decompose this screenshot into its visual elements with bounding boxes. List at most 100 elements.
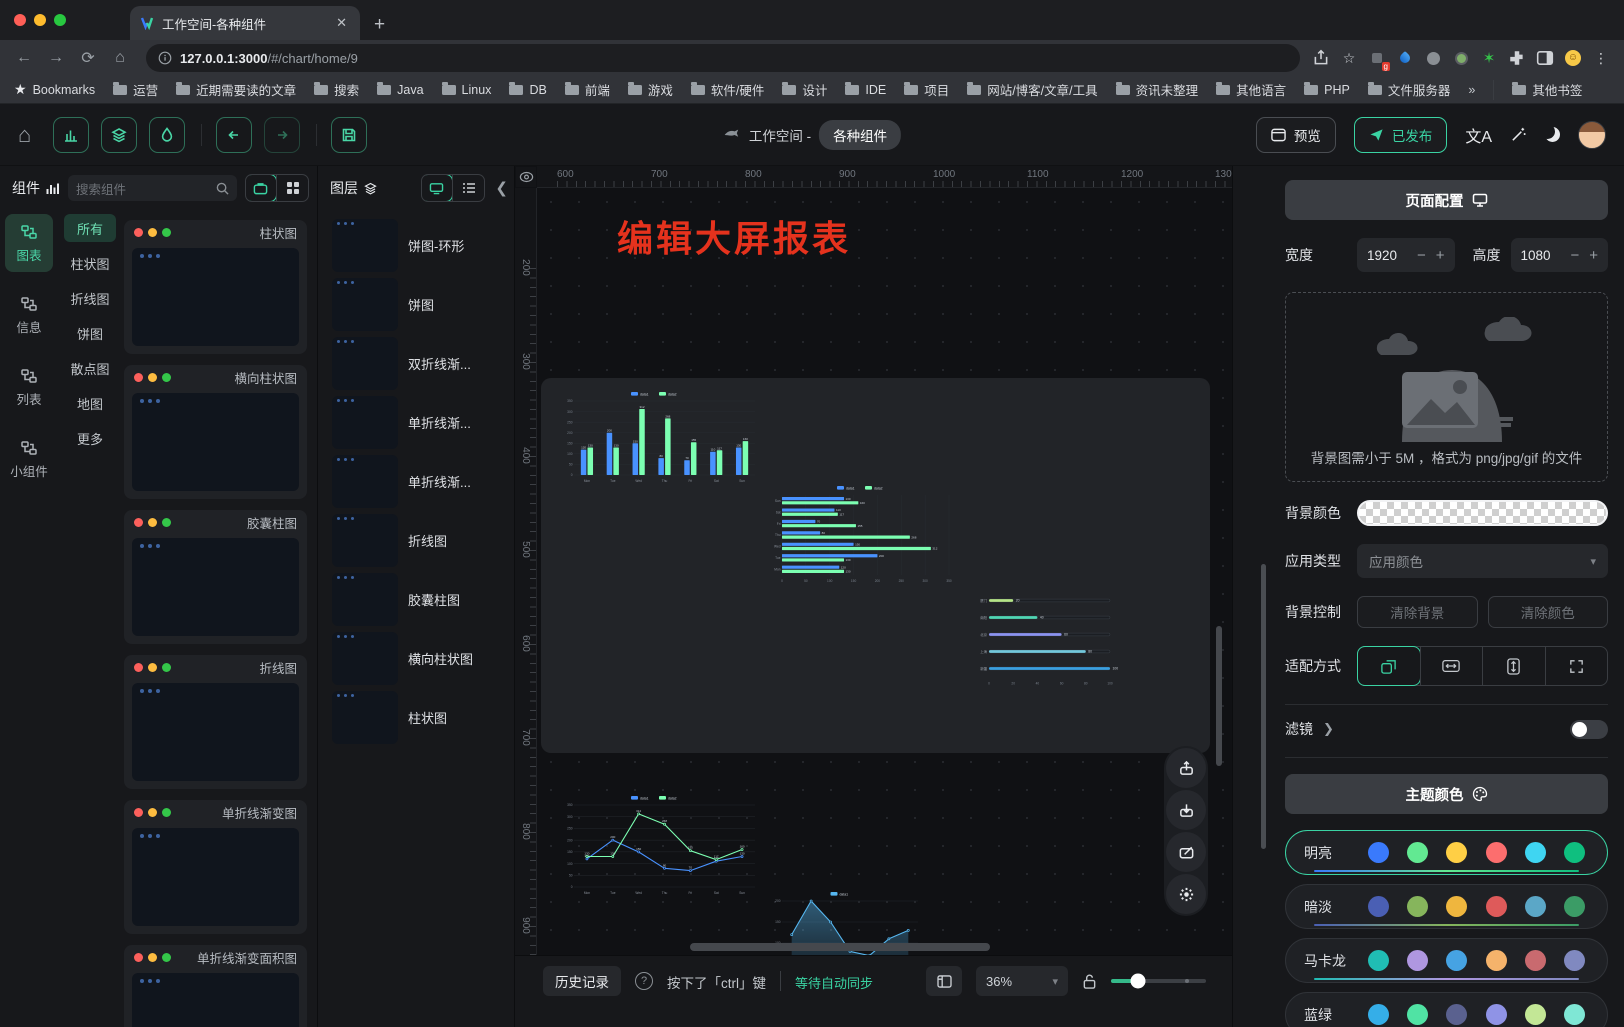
increment-icon[interactable]: + xyxy=(1589,247,1598,264)
theme-option[interactable]: 蓝绿 xyxy=(1285,992,1608,1027)
bookmark-folder[interactable]: 其他语言 xyxy=(1216,80,1286,99)
home-button[interactable]: ⌂ xyxy=(106,44,134,72)
extension-icon[interactable] xyxy=(1396,49,1414,67)
bg-color-swatch[interactable] xyxy=(1357,500,1608,526)
undo-button[interactable] xyxy=(216,117,252,153)
app-home-icon[interactable]: ⌂ xyxy=(18,122,31,148)
bookmarks-manager[interactable]: ★Bookmarks xyxy=(14,81,95,98)
layer-item[interactable]: 饼图-环形 xyxy=(318,216,514,275)
app-type-select[interactable]: 应用颜色▾ xyxy=(1357,544,1608,578)
extension-icon[interactable] xyxy=(1424,49,1442,67)
history-button[interactable]: 历史记录 xyxy=(543,966,621,996)
browser-menu-icon[interactable]: ⋮ xyxy=(1592,49,1610,67)
charts-panel-toggle-button[interactable] xyxy=(53,117,89,153)
eye-icon[interactable] xyxy=(516,167,536,187)
share-icon[interactable] xyxy=(1312,49,1330,67)
nav-rail-item[interactable]: 小组件 xyxy=(5,430,53,488)
zoom-select[interactable]: 36%▾ xyxy=(976,966,1068,996)
browser-tab[interactable]: 工作空间-各种组件 ✕ xyxy=(130,6,360,40)
component-card[interactable]: 胶囊柱图 xyxy=(124,510,307,644)
extension-icon[interactable] xyxy=(1452,49,1470,67)
bookmark-folder[interactable]: DB xyxy=(509,83,546,97)
bookmark-folder[interactable]: 软件/硬件 xyxy=(691,80,764,99)
save-button[interactable] xyxy=(331,117,367,153)
category-item[interactable]: 散点图 xyxy=(64,354,116,382)
profile-avatar[interactable]: ☺ xyxy=(1564,49,1582,67)
category-item[interactable]: 地图 xyxy=(64,389,116,417)
widget-line-chart[interactable]: data1data2050100150200250300350MonTueWed… xyxy=(559,794,759,896)
new-tab-button[interactable]: + xyxy=(374,14,385,36)
layer-item[interactable]: 折线图 xyxy=(318,511,514,570)
bookmark-folder[interactable]: 设计 xyxy=(782,80,827,99)
bookmark-folder[interactable]: PHP xyxy=(1304,83,1350,97)
fit-height-button[interactable] xyxy=(1482,647,1545,685)
category-item[interactable]: 折线图 xyxy=(64,284,116,312)
bookmark-folder[interactable]: 前端 xyxy=(565,80,610,99)
collapse-panel-chevron[interactable]: ❮ xyxy=(495,179,508,197)
bookmarks-overflow-chevron[interactable]: » xyxy=(1468,83,1475,97)
decrement-icon[interactable]: − xyxy=(1570,247,1579,264)
bookmark-folder[interactable]: 游戏 xyxy=(628,80,673,99)
lock-icon[interactable] xyxy=(1082,973,1097,990)
side-panel-icon[interactable] xyxy=(1536,49,1554,67)
extensions-puzzle-icon[interactable] xyxy=(1508,49,1526,67)
grid-view-toggle-button[interactable] xyxy=(276,175,308,201)
bookmark-folder[interactable]: 资讯未整理 xyxy=(1116,80,1199,99)
clear-color-button[interactable]: 清除颜色 xyxy=(1488,596,1609,628)
horizontal-scrollbar[interactable] xyxy=(690,943,990,951)
address-bar[interactable]: 127.0.0.1:3000/#/chart/home/9 xyxy=(146,44,1300,72)
tab-close-icon[interactable]: ✕ xyxy=(333,15,350,31)
bookmark-star-icon[interactable]: ☆ xyxy=(1340,49,1358,67)
extension-icon[interactable]: g xyxy=(1368,49,1386,67)
url-text[interactable]: 127.0.0.1:3000/#/chart/home/9 xyxy=(180,51,358,66)
forward-button[interactable]: → xyxy=(42,44,70,72)
back-button[interactable]: ← xyxy=(10,44,38,72)
component-card[interactable]: 单折线渐变图 xyxy=(124,800,307,934)
bookmark-folder[interactable]: 近期需要读的文章 xyxy=(176,80,296,99)
layer-item[interactable]: 单折线渐... xyxy=(318,452,514,511)
bookmark-folder[interactable]: 运营 xyxy=(113,80,158,99)
bookmark-folder[interactable]: 搜索 xyxy=(314,80,359,99)
extension-icon[interactable]: ✶ xyxy=(1480,49,1498,67)
widget-hbar-chart[interactable]: data1data2050100150200250300350Mon120130… xyxy=(769,484,961,584)
layer-item[interactable]: 胶囊柱图 xyxy=(318,570,514,629)
redo-button[interactable] xyxy=(264,117,300,153)
layer-item[interactable]: 饼图 xyxy=(318,275,514,334)
widget-capsule-chart[interactable]: 厦门20南阳40北京60上海80新疆100020406080100 xyxy=(973,588,1121,686)
user-avatar[interactable] xyxy=(1578,121,1606,149)
fit-stretch-button[interactable] xyxy=(1545,647,1608,685)
dark-mode-toggle-icon[interactable] xyxy=(1545,127,1560,142)
layer-item[interactable]: 单折线渐... xyxy=(318,393,514,452)
layer-item[interactable]: 横向柱状图 xyxy=(318,629,514,688)
help-icon[interactable]: ? xyxy=(635,972,653,990)
theme-option[interactable]: 明亮 xyxy=(1285,830,1608,875)
edit-button[interactable] xyxy=(1166,832,1206,872)
single-view-toggle-button[interactable] xyxy=(245,174,277,202)
publish-button[interactable]: 已发布 xyxy=(1354,117,1448,153)
background-upload-dropzone[interactable]: 背景图需小于 5M ，格式为 png/jpg/gif 的文件 xyxy=(1285,292,1608,482)
vertical-scrollbar[interactable] xyxy=(1216,626,1222,766)
language-switch-icon[interactable]: 文A xyxy=(1465,123,1492,147)
bookmark-folder[interactable]: Linux xyxy=(442,83,492,97)
layer-item[interactable]: 柱状图 xyxy=(318,688,514,747)
category-item[interactable]: 更多 xyxy=(64,424,116,452)
workspace-name-pill[interactable]: 各种组件 xyxy=(819,120,901,150)
minimize-window-button[interactable] xyxy=(34,14,46,26)
nav-rail-item[interactable]: 图表 xyxy=(5,214,53,272)
other-bookmarks-folder[interactable]: 其他书签 xyxy=(1512,80,1582,99)
close-window-button[interactable] xyxy=(14,14,26,26)
component-card[interactable]: 柱状图 xyxy=(124,220,307,354)
layout-panel-button[interactable] xyxy=(926,966,962,996)
chevron-right-icon[interactable]: ❯ xyxy=(1323,721,1334,737)
filter-toggle[interactable] xyxy=(1570,720,1608,739)
bookmark-folder[interactable]: 项目 xyxy=(904,80,949,99)
width-stepper[interactable]: 1920−+ xyxy=(1357,238,1455,272)
clear-background-button[interactable]: 清除背景 xyxy=(1357,596,1478,628)
panel-scrollbar[interactable] xyxy=(1261,564,1266,849)
bookmark-folder[interactable]: 网站/博客/文章/工具 xyxy=(967,80,1097,99)
decrement-icon[interactable]: − xyxy=(1417,247,1426,264)
search-component-input[interactable]: 搜索组件 xyxy=(68,175,237,201)
details-panel-toggle-button[interactable] xyxy=(149,117,185,153)
height-stepper[interactable]: 1080−+ xyxy=(1511,238,1609,272)
layers-panel-toggle-button[interactable] xyxy=(101,117,137,153)
